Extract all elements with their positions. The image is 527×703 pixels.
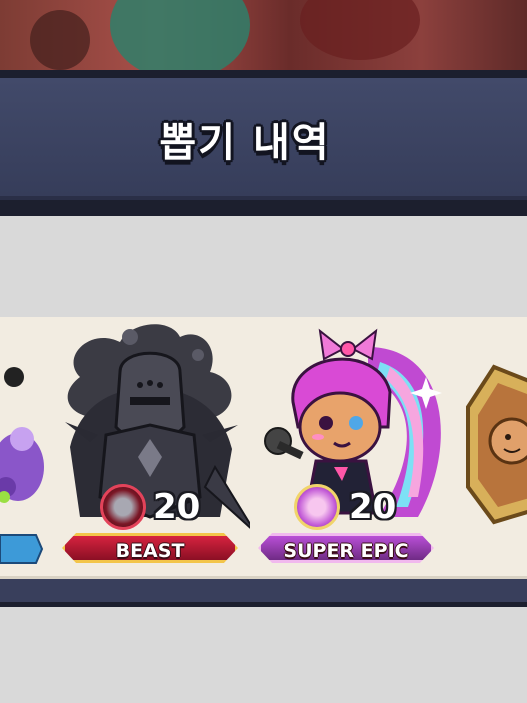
cookie-card-super-epic[interactable]: 20 SUPER EPIC [258,317,458,576]
beast-rarity-icon [100,484,146,530]
strip-bottom-bar [0,579,527,607]
cookie-portrait [466,364,527,525]
cookie-card-beast[interactable]: 20 BEAST [50,317,256,576]
cookie-level: 20 [349,487,397,527]
cookie-portrait [0,367,44,564]
cookie-level: 20 [153,487,201,527]
page-title: 뽑기 내역 [159,120,331,166]
rarity-banner-beast: BEAST [62,533,238,563]
cookie-card-partial-right[interactable] [464,317,527,576]
cookie-card-partial-left[interactable] [0,317,45,576]
gacha-history-strip[interactable]: 20 BEAST 20 SUPER EPIC [0,317,527,579]
header-bar: 뽑기 내역 [0,70,527,216]
cookie-portrait [65,324,256,533]
rarity-banner-super-epic: SUPER EPIC [258,533,434,563]
game-backdrop [0,0,527,70]
super-epic-rarity-icon [294,484,340,530]
